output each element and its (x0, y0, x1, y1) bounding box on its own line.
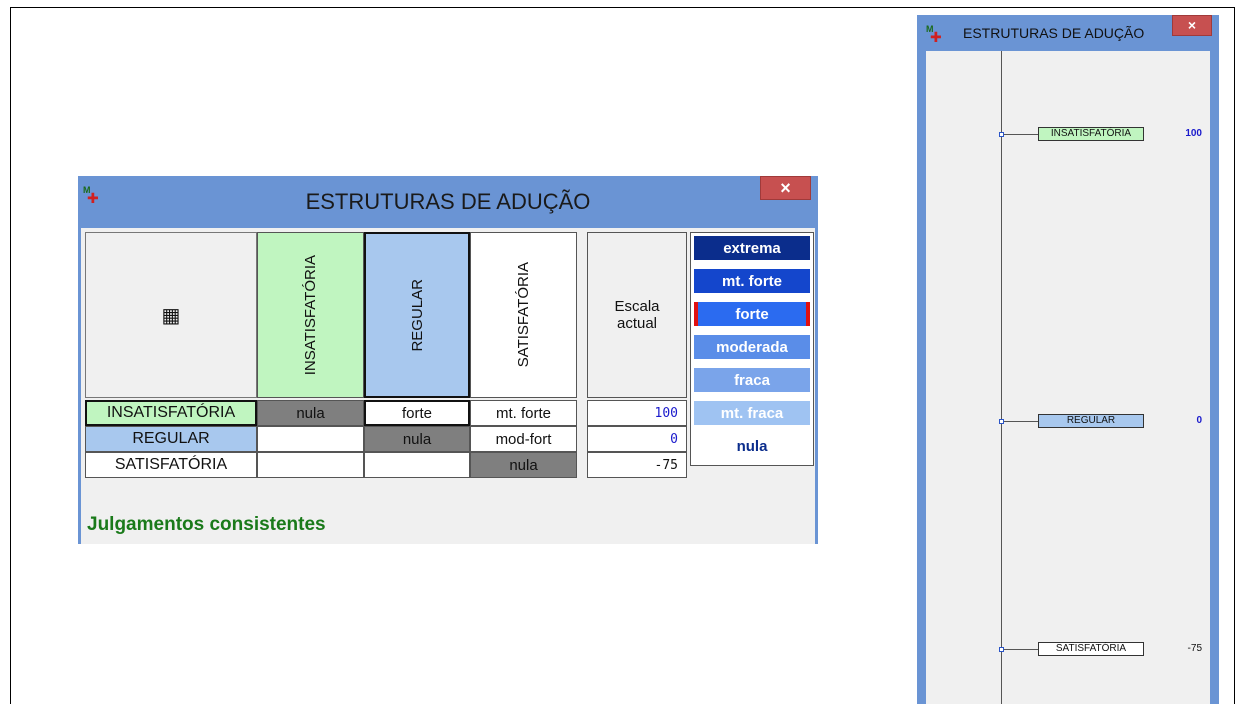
scale-value: -75 (1187, 643, 1202, 654)
matrix-cell[interactable]: nula (364, 426, 470, 452)
col-header-regular[interactable]: REGULAR (364, 232, 470, 398)
app-icon: M ✚ (926, 24, 942, 45)
matrix-cell[interactable]: forte (364, 400, 470, 426)
title-bar[interactable]: M ✚ ESTRUTURAS DE ADUÇÃO × (78, 176, 818, 228)
scale-value: 0 (587, 426, 687, 452)
matrix-cell[interactable]: nula (470, 452, 577, 478)
col-header-insatisfatoria[interactable]: INSATISFATÓRIA (257, 232, 364, 398)
matrix-panel: ▦ INSATISFATÓRIA REGULAR SATISFATÓRIA Es… (81, 228, 815, 544)
scale-value: 100 (587, 400, 687, 426)
matrix-cell (257, 426, 364, 452)
scale-label-insatisfatoria[interactable]: INSATISFATÓRIA (1038, 127, 1144, 141)
matrix-cell[interactable]: mt. forte (470, 400, 577, 426)
legend-nula[interactable]: nula (694, 434, 810, 458)
connector-line (1004, 134, 1038, 135)
legend-mt-fraca[interactable]: mt. fraca (694, 401, 810, 425)
row-header-satisfatoria[interactable]: SATISFATÓRIA (85, 452, 257, 478)
legend-mt-forte[interactable]: mt. forte (694, 269, 810, 293)
close-button[interactable]: × (760, 176, 811, 200)
title-bar[interactable]: M ✚ ESTRUTURAS DE ADUÇÃO × (917, 15, 1219, 51)
connector-line (1004, 649, 1038, 650)
scale-header: Escala actual (587, 232, 687, 398)
scale-value: 0 (1196, 415, 1202, 426)
legend-forte[interactable]: forte (694, 302, 810, 326)
scale-value: 100 (1185, 128, 1202, 139)
matrix-cell (364, 452, 470, 478)
scale-window: M ✚ ESTRUTURAS DE ADUÇÃO × INSATISFATÓRIA… (917, 15, 1219, 704)
scale-value: -75 (587, 452, 687, 478)
scale-axis (1001, 51, 1002, 704)
row-header-regular[interactable]: REGULAR (85, 426, 257, 452)
legend-fraca[interactable]: fraca (694, 368, 810, 392)
matrix-window: M ✚ ESTRUTURAS DE ADUÇÃO × ▦ INSATISFATÓR… (78, 176, 818, 544)
scale-panel: INSATISFATÓRIA 100 REGULAR 0 SATISFATÓRI… (926, 51, 1210, 704)
window-title: ESTRUTURAS DE ADUÇÃO (963, 25, 1145, 41)
close-button[interactable]: × (1172, 15, 1212, 36)
matrix-cell (257, 452, 364, 478)
scale-label-satisfatoria[interactable]: SATISFATÓRIA (1038, 642, 1144, 656)
legend-moderada[interactable]: moderada (694, 335, 810, 359)
connector-line (1004, 421, 1038, 422)
matrix-cell[interactable]: mod-fort (470, 426, 577, 452)
consistency-status: Julgamentos consistentes (87, 514, 326, 535)
scale-label-regular[interactable]: REGULAR (1038, 414, 1144, 428)
matrix-cell[interactable]: nula (257, 400, 364, 426)
row-header-insatisfatoria[interactable]: INSATISFATÓRIA (85, 400, 257, 426)
window-title: ESTRUTURAS DE ADUÇÃO (305, 189, 591, 214)
calculator-icon: ▦ (161, 304, 181, 327)
calc-button[interactable]: ▦ (85, 232, 257, 398)
col-header-satisfatoria[interactable]: SATISFATÓRIA (470, 232, 577, 398)
strength-legend: extrema mt. forte forte moderada fraca m… (690, 232, 814, 466)
legend-extrema[interactable]: extrema (694, 236, 810, 260)
